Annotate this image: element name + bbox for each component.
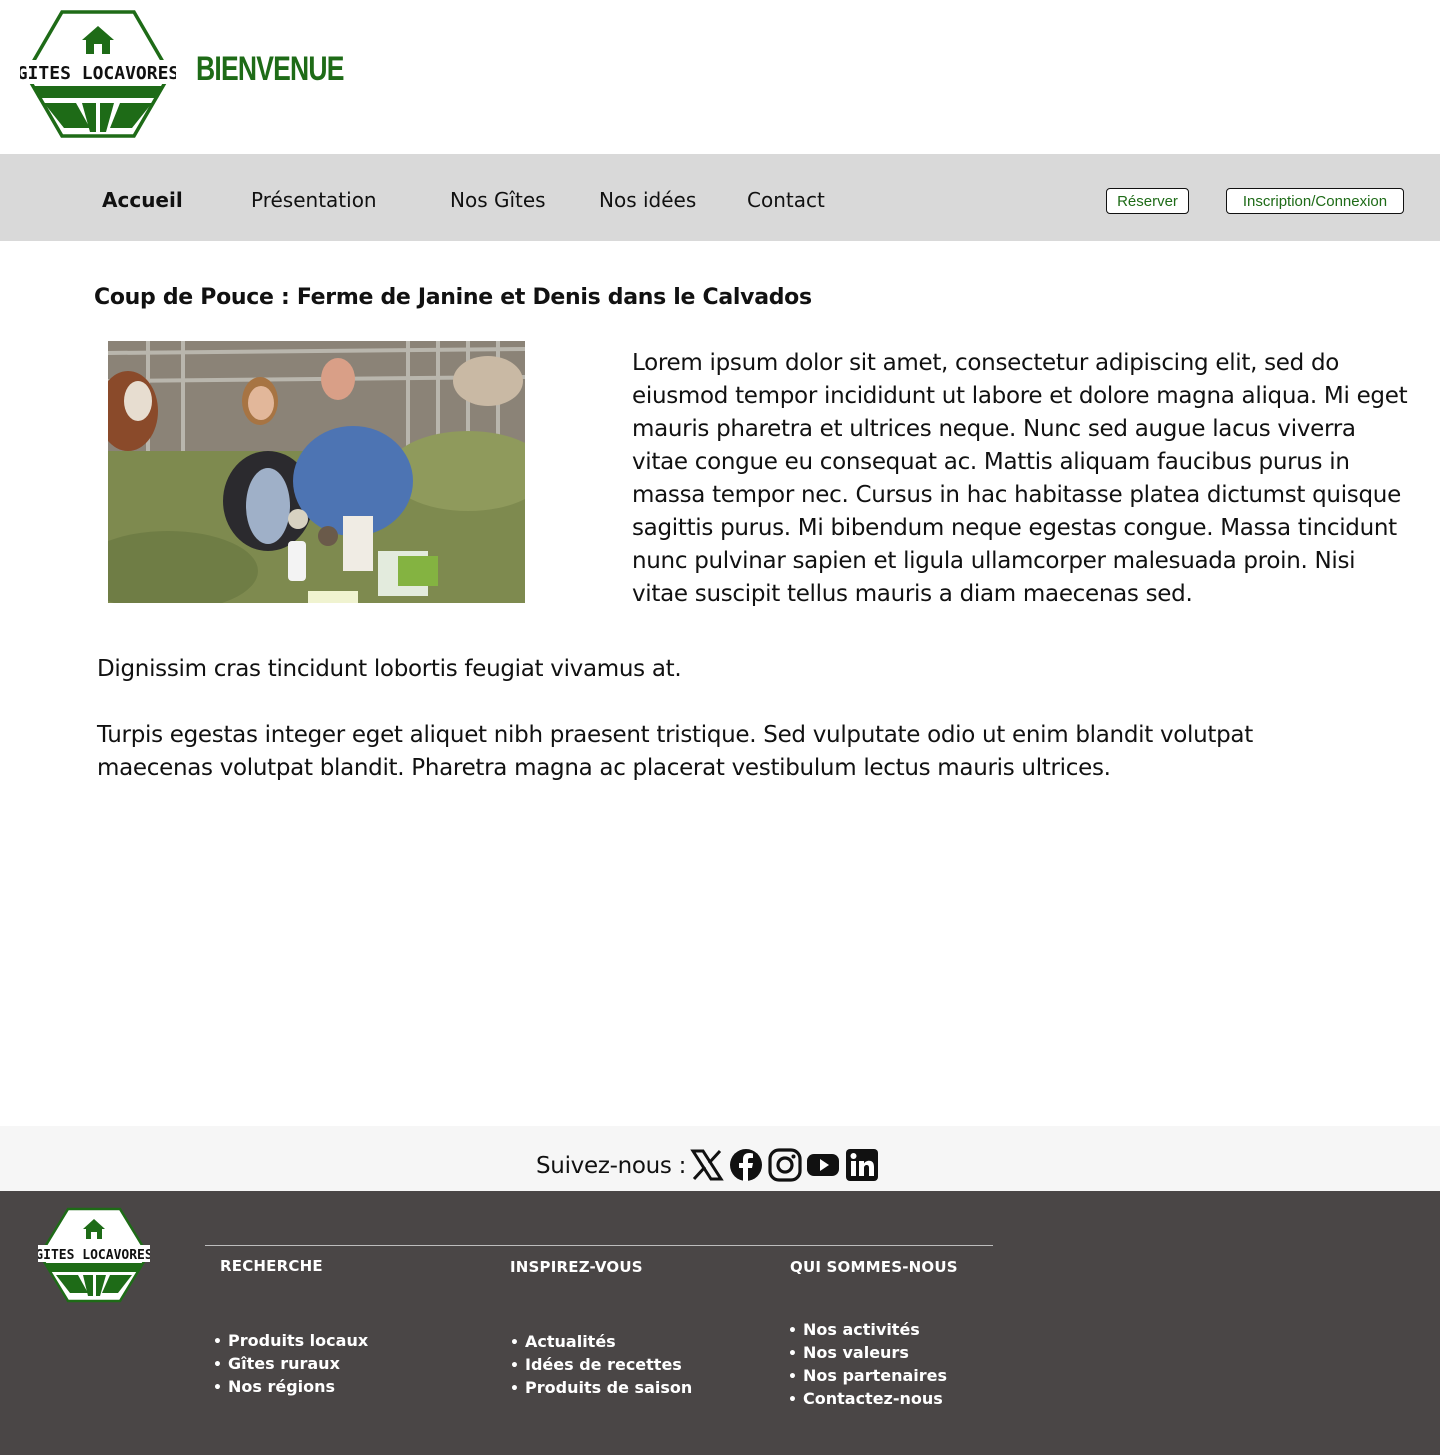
social-band: Suivez-nous :: [0, 1126, 1440, 1191]
article-paragraph-1: Lorem ipsum dolor sit amet, consectetur …: [632, 350, 1408, 607]
footer-link[interactable]: Produits de saison: [510, 1377, 692, 1400]
article-paragraph-3: Turpis egestas integer eget aliquet nibh…: [97, 722, 1253, 781]
footer-list-recherche: Produits locaux Gîtes ruraux Nos régions: [213, 1330, 368, 1399]
footer-link[interactable]: Gîtes ruraux: [213, 1353, 368, 1376]
footer-link[interactable]: Idées de recettes: [510, 1354, 692, 1377]
youtube-icon[interactable]: [806, 1148, 840, 1182]
site-logo[interactable]: GITES LOCAVORES: [20, 8, 176, 140]
nav-item-accueil[interactable]: Accueil: [102, 188, 183, 212]
footer-list-inspirez-vous: Actualités Idées de recettes Produits de…: [510, 1331, 692, 1400]
social-label: Suivez-nous :: [536, 1153, 687, 1179]
footer-logo-graphic: GITES LOCAVORES: [38, 1207, 150, 1303]
reserve-button[interactable]: Réserver: [1106, 188, 1189, 214]
login-button[interactable]: Inscription/Connexion: [1226, 188, 1404, 214]
x-icon[interactable]: [690, 1148, 724, 1182]
footer-link[interactable]: Contactez-nous: [788, 1388, 947, 1411]
logo-graphic: GITES LOCAVORES: [20, 10, 176, 138]
farm-photo: [108, 341, 525, 603]
footer-divider: [205, 1245, 993, 1246]
footer-list-qui-sommes-nous: Nos activités Nos valeurs Nos partenaire…: [788, 1319, 947, 1411]
nav-item-nos-idees[interactable]: Nos idées: [599, 188, 696, 212]
nav-item-nos-gites[interactable]: Nos Gîtes: [450, 188, 546, 212]
welcome-title: BIENVENUE: [196, 50, 344, 88]
site-footer: GITES LOCAVORES RECHERCHE Produits locau…: [0, 1191, 1440, 1455]
footer-link[interactable]: Nos partenaires: [788, 1365, 947, 1388]
footer-logo-text: GITES LOCAVORES: [38, 1248, 150, 1263]
nav-item-presentation[interactable]: Présentation: [251, 188, 377, 212]
linkedin-icon[interactable]: [845, 1148, 879, 1182]
facebook-icon[interactable]: [729, 1148, 763, 1182]
farm-photo-illustration: [108, 341, 525, 603]
footer-link[interactable]: Nos activités: [788, 1319, 947, 1342]
main-nav: Accueil Présentation Nos Gîtes Nos idées…: [0, 154, 1440, 241]
logo-text: GITES LOCAVORES: [20, 63, 176, 84]
footer-heading-inspirez-vous: INSPIREZ-VOUS: [510, 1258, 643, 1276]
footer-logo[interactable]: GITES LOCAVORES: [38, 1207, 150, 1303]
nav-item-contact[interactable]: Contact: [747, 188, 825, 212]
footer-link[interactable]: Nos valeurs: [788, 1342, 947, 1365]
article-title: Coup de Pouce : Ferme de Janine et Denis…: [94, 285, 812, 310]
instagram-icon[interactable]: [768, 1148, 802, 1182]
footer-link[interactable]: Produits locaux: [213, 1330, 368, 1353]
footer-link[interactable]: Actualités: [510, 1331, 692, 1354]
footer-heading-qui-sommes-nous: QUI SOMMES-NOUS: [790, 1258, 958, 1276]
site-header: GITES LOCAVORES BIENVENUE: [0, 0, 1440, 154]
article-paragraph-2: Dignissim cras tincidunt lobortis feugia…: [97, 656, 682, 682]
footer-heading-recherche: RECHERCHE: [220, 1257, 323, 1275]
footer-link[interactable]: Nos régions: [213, 1376, 368, 1399]
